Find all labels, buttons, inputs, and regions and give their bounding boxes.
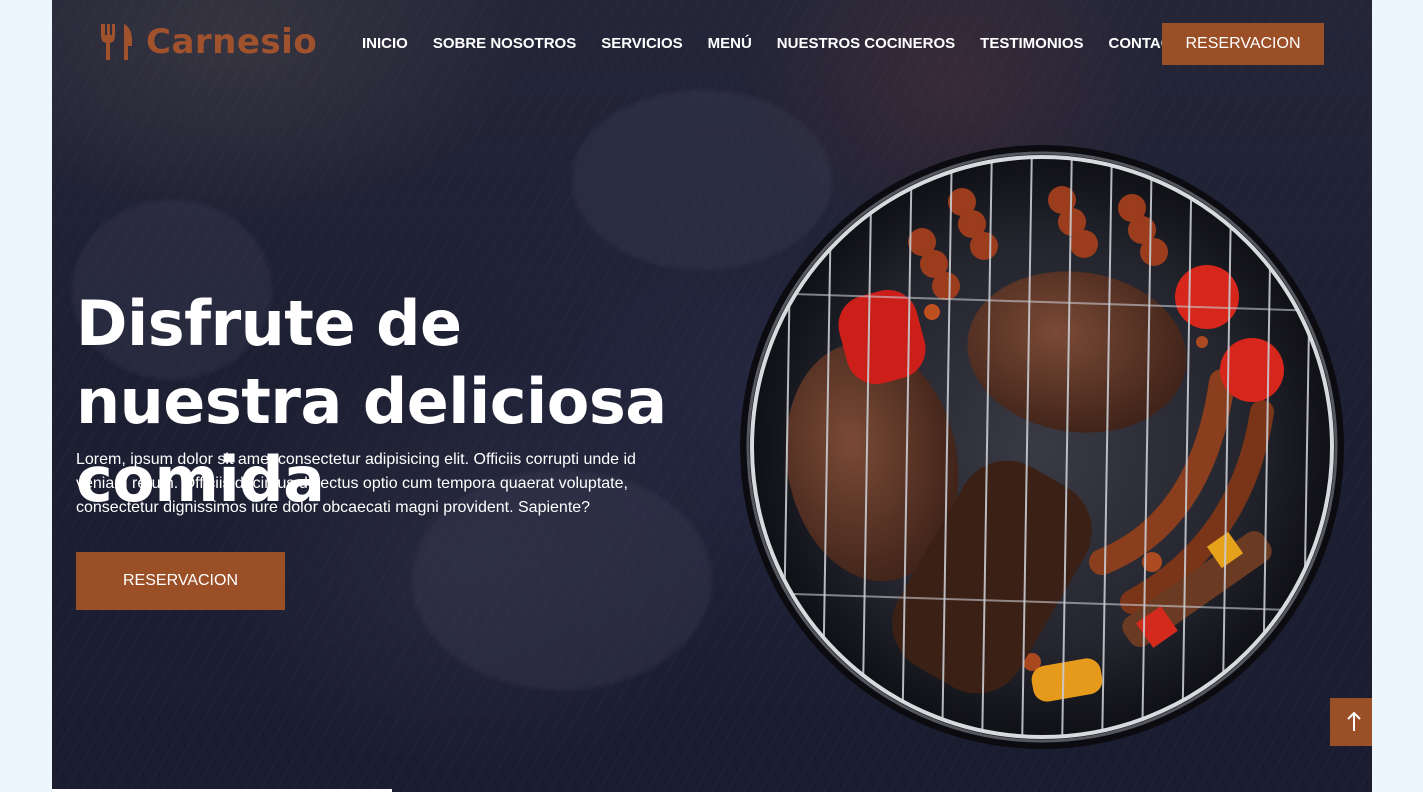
bbq-grill-image [740,145,1344,749]
nav-item-menu[interactable]: MENÚ [708,34,752,54]
hero-reservation-button[interactable]: RESERVACION [76,552,285,610]
brand-logo[interactable]: Carnesio [98,20,317,64]
nav-item-testimonios[interactable]: TESTIMONIOS [980,34,1083,54]
nav-item-inicio[interactable]: INICIO [362,34,408,54]
utensils-icon [101,24,132,60]
arrow-up-icon [1347,711,1361,731]
scroll-top-button[interactable] [1330,698,1372,746]
hero-description: Lorem, ipsum dolor sit amet consectetur … [76,451,636,516]
hero-section: Carnesio INICIO SOBRE NOSOTROS SERVICIOS… [52,0,1372,792]
brand-name: Carnesio [146,22,318,62]
nav-item-nuestros-cocineros[interactable]: NUESTROS COCINEROS [777,34,955,54]
main-nav: INICIO SOBRE NOSOTROS SERVICIOS MENÚ NUE… [362,34,1217,54]
nav-item-servicios[interactable]: SERVICIOS [601,34,682,54]
reservation-button[interactable]: RESERVACION [1162,23,1324,65]
nav-item-sobre-nosotros[interactable]: SOBRE NOSOTROS [433,34,576,54]
